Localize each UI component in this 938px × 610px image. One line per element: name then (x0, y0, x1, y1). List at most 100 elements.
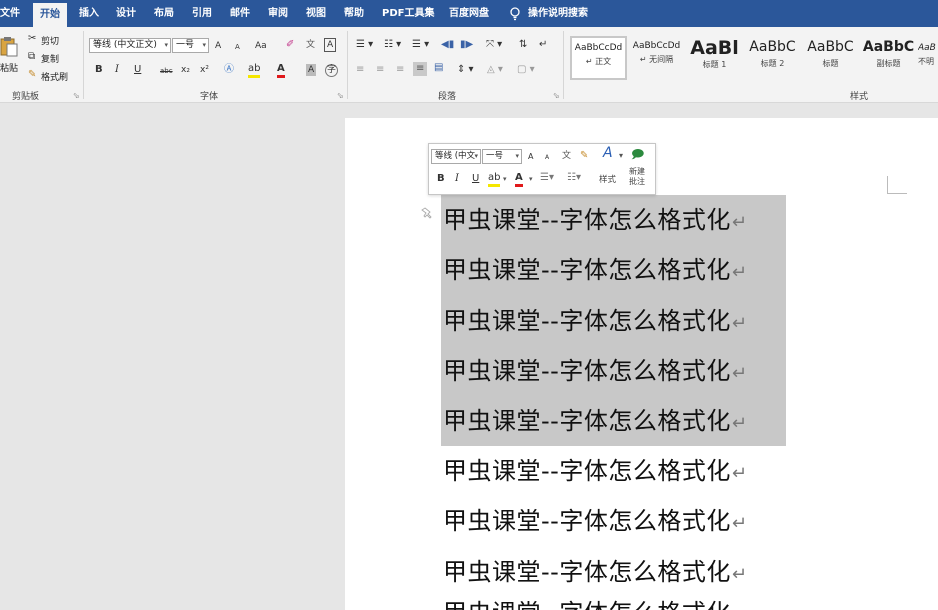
font-color-button[interactable]: A (277, 63, 285, 78)
phonetic-guide-icon[interactable]: 文 (562, 150, 571, 162)
document-paragraph[interactable]: 甲虫课堂--字体怎么格式化 (443, 598, 731, 610)
asian-layout-icon[interactable]: ⤧ ▾ (486, 39, 502, 51)
clear-formatting-icon[interactable]: ✐ (286, 39, 294, 51)
align-center-icon[interactable]: ≡ (376, 64, 384, 76)
mini-bold-button[interactable]: B (437, 173, 445, 185)
sort-icon[interactable]: ⇅ (519, 39, 527, 51)
styles-icon[interactable]: A (603, 146, 613, 160)
scissors-icon[interactable]: ✂ (28, 33, 36, 45)
show-marks-icon[interactable]: ↵ (539, 39, 547, 51)
grow-font-icon[interactable]: A (215, 40, 221, 52)
justify-icon[interactable]: ≡ (413, 62, 428, 76)
tab-file[interactable]: 文件 (0, 0, 20, 27)
bullets-icon[interactable]: ☰ ▾ (356, 39, 373, 51)
paste-button[interactable]: 粘贴 (0, 61, 18, 74)
multilevel-list-icon[interactable]: ☰ ▾ (412, 39, 429, 51)
paste-icon[interactable] (0, 35, 18, 57)
decrease-indent-icon[interactable]: ◀▮ (441, 39, 454, 51)
change-case-icon[interactable]: Aa (255, 40, 267, 52)
style-no-spacing[interactable]: AaBbCcDd ↵ 无间隔 (628, 36, 685, 80)
tab-help[interactable]: 帮助 (344, 0, 364, 27)
style-subtitle[interactable]: AaBbC 副标题 (860, 36, 917, 80)
bold-button[interactable]: B (95, 64, 103, 76)
document-paragraph[interactable]: 甲虫课堂--字体怎么格式化↵ (443, 356, 747, 389)
align-right-icon[interactable]: ≡ (396, 64, 404, 76)
document-paragraph[interactable]: 甲虫课堂--字体怎么格式化↵ (443, 306, 747, 339)
cut-button[interactable]: 剪切 (41, 34, 59, 47)
text-effects-icon[interactable]: Ⓐ (224, 64, 234, 76)
paragraph-mark: ↵ (731, 413, 748, 434)
superscript-button[interactable]: x² (200, 64, 209, 76)
tab-review[interactable]: 审阅 (268, 0, 288, 27)
shrink-font-icon[interactable]: A (545, 152, 549, 164)
mini-font-size-combo[interactable]: 一号 ▾ (482, 149, 522, 164)
format-painter-icon[interactable]: ✎ (580, 150, 588, 162)
copy-icon[interactable]: ⧉ (28, 51, 35, 63)
underline-button[interactable]: U (134, 64, 141, 76)
subscript-button[interactable]: x₂ (181, 64, 190, 76)
bullets-icon[interactable]: ☰▾ (540, 172, 554, 184)
tab-layout[interactable]: 布局 (154, 0, 174, 27)
mini-font-color-button[interactable]: A (515, 172, 523, 187)
align-left-icon[interactable]: ≡ (356, 64, 364, 76)
shrink-font-icon[interactable]: A (235, 41, 240, 53)
tab-baidu-netdisk[interactable]: 百度网盘 (449, 0, 489, 27)
character-shading-icon[interactable]: A (306, 64, 317, 76)
highlight-color-icon[interactable]: ab (488, 172, 501, 187)
font-name-combo[interactable]: 等线 (中文正文) ▾ (89, 38, 171, 53)
copy-button[interactable]: 复制 (41, 52, 59, 65)
tell-me-search[interactable]: 操作说明搜索 (528, 0, 588, 27)
font-size-combo[interactable]: 一号 ▾ (172, 38, 209, 53)
shading-icon[interactable]: ◬ ▾ (487, 64, 503, 76)
enclose-characters-icon[interactable]: 字 (325, 64, 338, 77)
tab-home[interactable]: 开始 (33, 3, 67, 27)
chevron-down-icon[interactable]: ▾ (619, 150, 623, 162)
document-paragraph[interactable]: 甲虫课堂--字体怎么格式化↵ (443, 506, 747, 539)
line-spacing-icon[interactable]: ⇕ ▾ (457, 64, 474, 76)
tab-view[interactable]: 视图 (306, 0, 326, 27)
distributed-icon[interactable]: ▤ (434, 62, 443, 74)
mini-italic-button[interactable]: I (455, 173, 459, 185)
tab-design[interactable]: 设计 (116, 0, 136, 27)
grow-font-icon[interactable]: A (528, 151, 533, 163)
italic-button[interactable]: I (115, 64, 119, 76)
style-heading-2[interactable]: AaBbC 标题 2 (744, 36, 801, 80)
dialog-launcher-icon[interactable]: ⬂ (73, 91, 80, 100)
chevron-down-icon[interactable]: ▾ (529, 173, 533, 185)
tab-mailings[interactable]: 邮件 (230, 0, 250, 27)
tab-pdf-tools[interactable]: PDF工具集 (382, 0, 434, 27)
document-paragraph[interactable]: 甲虫课堂--字体怎么格式化↵ (443, 255, 747, 288)
increase-indent-icon[interactable]: ▮▶ (460, 39, 473, 51)
numbering-icon[interactable]: ☷▾ (567, 172, 581, 184)
phonetic-guide-icon[interactable]: 文 (306, 39, 315, 51)
document-paragraph[interactable]: 甲虫课堂--字体怎么格式化↵ (443, 456, 747, 489)
strikethrough-button[interactable]: abc (160, 65, 173, 77)
format-painter-icon[interactable]: ✎ (28, 69, 36, 81)
tab-references[interactable]: 引用 (192, 0, 212, 27)
document-paragraph[interactable]: 甲虫课堂--字体怎么格式化↵ (443, 205, 747, 238)
dialog-launcher-icon[interactable]: ⬂ (337, 91, 344, 100)
paragraph-text: 甲虫课堂--字体怎么格式化 (443, 357, 731, 385)
style-title[interactable]: AaBbC 标题 (802, 36, 859, 80)
style-normal[interactable]: AaBbCcDd ↵ 正文 (570, 36, 627, 80)
font-group-label: 字体 (200, 92, 219, 102)
document-paragraph[interactable]: 甲虫课堂--字体怎么格式化↵ (443, 406, 747, 439)
mini-font-name-combo[interactable]: 等线 (中文 ▾ (431, 149, 481, 164)
highlight-color-icon[interactable]: ab (248, 63, 261, 78)
style-more[interactable]: AaB 不明 (918, 36, 938, 80)
borders-icon[interactable]: ▢ ▾ (517, 64, 535, 76)
style-heading-1[interactable]: AaBl 标题 1 (686, 36, 743, 80)
lightbulb-icon[interactable] (509, 7, 521, 21)
numbering-icon[interactable]: ☷ ▾ (384, 39, 401, 51)
format-painter-button[interactable]: 格式刷 (41, 70, 68, 83)
character-border-icon[interactable]: A (324, 38, 337, 52)
mini-new-comment-button[interactable]: 新建批注 (629, 167, 651, 187)
chevron-down-icon: ▾ (164, 41, 168, 49)
mini-underline-button[interactable]: U (472, 173, 479, 185)
mini-styles-button[interactable]: 样式 (599, 173, 616, 185)
tab-insert[interactable]: 插入 (79, 0, 99, 27)
new-comment-icon[interactable]: 🗩 (631, 148, 644, 160)
document-paragraph[interactable]: 甲虫课堂--字体怎么格式化↵ (443, 557, 747, 590)
chevron-down-icon[interactable]: ▾ (503, 173, 507, 185)
dialog-launcher-icon[interactable]: ⬂ (553, 91, 560, 100)
